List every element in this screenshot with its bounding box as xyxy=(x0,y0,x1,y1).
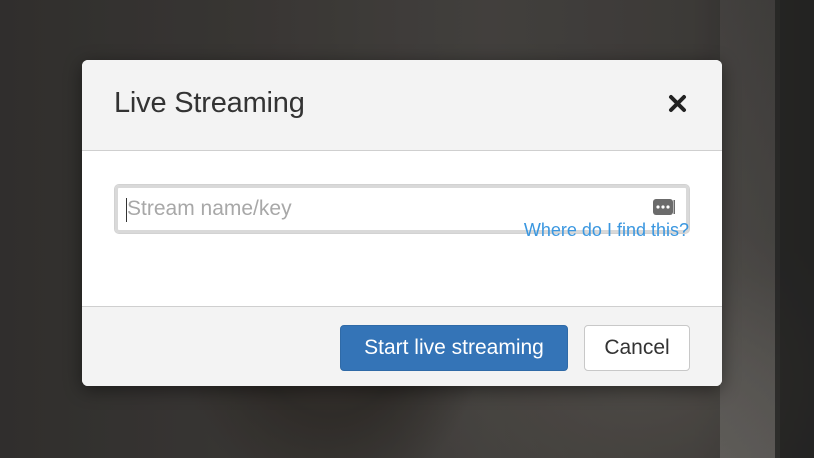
live-streaming-dialog: Live Streaming Where do I find this? Sta… xyxy=(82,60,722,386)
where-to-find-link[interactable]: Where do I find this? xyxy=(524,220,689,241)
stream-key-input[interactable] xyxy=(127,195,637,223)
dialog-header: Live Streaming xyxy=(82,60,722,151)
password-dots-icon[interactable] xyxy=(653,197,675,217)
cancel-button[interactable]: Cancel xyxy=(584,325,690,371)
start-live-streaming-button[interactable]: Start live streaming xyxy=(340,325,568,371)
dialog-title: Live Streaming xyxy=(114,87,305,119)
close-button[interactable] xyxy=(664,90,694,120)
close-icon xyxy=(669,95,686,112)
dialog-footer: Start live streaming Cancel xyxy=(82,306,722,386)
